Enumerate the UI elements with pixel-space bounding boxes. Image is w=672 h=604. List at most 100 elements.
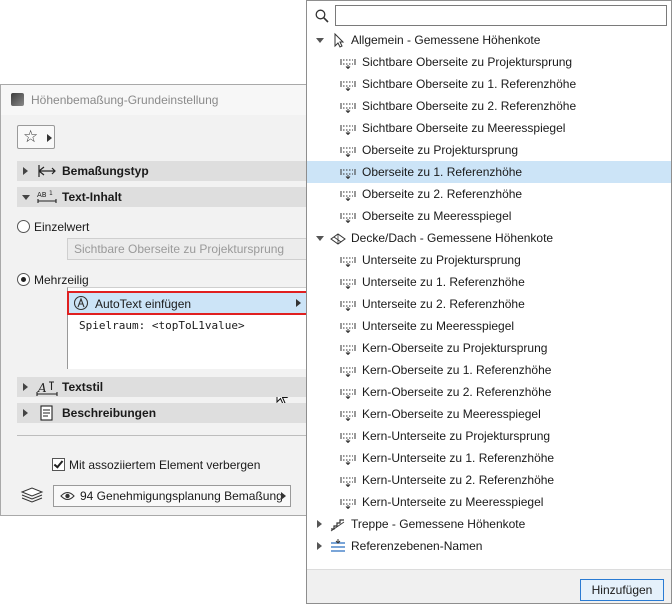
- layers-icon: [20, 487, 44, 503]
- tree-item[interactable]: Oberseite zu Meeresspiegel: [307, 205, 671, 227]
- text-content-line: Spielraum: <topToL1value>: [79, 319, 245, 332]
- tree-item-label: Unterseite zu Projektursprung: [362, 253, 521, 267]
- tree-item-label: Kern-Oberseite zu 2. Referenzhöhe: [362, 385, 552, 399]
- tree-item[interactable]: Oberseite zu 1. Referenzhöhe: [307, 161, 671, 183]
- level-dimension-icon: [340, 147, 356, 157]
- dialog-title: Höhenbemaßung-Grundeinstellung: [31, 93, 219, 107]
- expand-arrow-icon[interactable]: [317, 520, 322, 528]
- level-dimension-icon: [340, 433, 356, 443]
- section-label: Bemaßungstyp: [62, 164, 149, 178]
- chevron-right-icon: [47, 134, 52, 142]
- level-dimension-icon: [340, 257, 356, 267]
- tree-item[interactable]: Unterseite zu 2. Referenzhöhe: [307, 293, 671, 315]
- radio-einzelwert[interactable]: [17, 220, 30, 233]
- tree-item[interactable]: Kern-Oberseite zu Meeresspiegel: [307, 403, 671, 425]
- tree-item-label: Kern-Unterseite zu Projektursprung: [362, 429, 551, 443]
- radio-einzelwert-label: Einzelwert: [34, 220, 90, 234]
- tree-group[interactable]: Referenzebenen-Namen: [307, 535, 671, 557]
- hide-with-element-checkbox[interactable]: [52, 458, 65, 471]
- tree-item[interactable]: Sichtbare Oberseite zu Meeresspiegel: [307, 117, 671, 139]
- expand-arrow-icon: [23, 409, 28, 417]
- section-textstil[interactable]: A Textstil: [17, 377, 313, 397]
- tree-item[interactable]: Kern-Oberseite zu 2. Referenzhöhe: [307, 381, 671, 403]
- layer-select[interactable]: 94 Genehmigungsplanung Bemaßung: [53, 485, 291, 507]
- level-dimension-icon: [340, 279, 356, 289]
- svg-text:A: A: [37, 381, 47, 395]
- dialog-titlebar[interactable]: Höhenbemaßung-Grundeinstellung: [1, 85, 311, 115]
- autotext-icon: [73, 295, 89, 311]
- radio-mehrzeilig[interactable]: [17, 273, 30, 286]
- level-dimension-icon: [340, 103, 356, 113]
- level-dimension-icon: [340, 499, 356, 509]
- tree-item[interactable]: Oberseite zu Projektursprung: [307, 139, 671, 161]
- tree-item-label: Kern-Unterseite zu 1. Referenzhöhe: [362, 451, 555, 465]
- hide-with-element-label: Mit assoziiertem Element verbergen: [69, 458, 261, 472]
- star-icon: ☆: [23, 127, 39, 146]
- stair-icon: [330, 519, 345, 532]
- tree-item-label: Sichtbare Oberseite zu 2. Referenzhöhe: [362, 99, 577, 113]
- expand-arrow-icon: [23, 383, 28, 391]
- level-dimension-icon: [340, 81, 356, 91]
- tree-item[interactable]: Sichtbare Oberseite zu 2. Referenzhöhe: [307, 95, 671, 117]
- group-label: Treppe - Gemessene Höhenkote: [351, 517, 526, 531]
- tree-item-label: Unterseite zu Meeresspiegel: [362, 319, 515, 333]
- tree-item[interactable]: Unterseite zu Meeresspiegel: [307, 315, 671, 337]
- expand-arrow-icon[interactable]: [317, 542, 322, 550]
- divider: [17, 435, 313, 436]
- level-dimension-icon: [340, 323, 356, 333]
- section-beschreibungen[interactable]: Beschreibungen: [17, 403, 313, 423]
- favorites-button[interactable]: ☆: [17, 125, 55, 149]
- tree-item[interactable]: Kern-Oberseite zu Projektursprung: [307, 337, 671, 359]
- level-dimension-icon: [340, 477, 356, 487]
- svg-text:1: 1: [49, 190, 53, 197]
- tree-item-label: Sichtbare Oberseite zu Meeresspiegel: [362, 121, 566, 135]
- collapse-arrow-icon[interactable]: [316, 236, 324, 241]
- level-dimension-icon: [340, 367, 356, 377]
- eye-icon: [60, 491, 75, 501]
- tree-item-label: Kern-Oberseite zu Projektursprung: [362, 341, 548, 355]
- section-label: Textstil: [62, 380, 104, 394]
- single-value-select: Sichtbare Oberseite zu Projektursprung: [67, 238, 313, 260]
- tree-group[interactable]: Allgemein - Gemessene Höhenkote: [307, 29, 671, 51]
- dimension-type-icon: [38, 165, 56, 177]
- tree-item-label: Unterseite zu 2. Referenzhöhe: [362, 297, 525, 311]
- section-text-inhalt[interactable]: AB 1 Text-Inhalt: [17, 187, 313, 207]
- level-dimension-icon: [340, 169, 356, 179]
- tree-item-label: Kern-Unterseite zu Meeresspiegel: [362, 495, 544, 509]
- level-dimension-icon: [340, 345, 356, 355]
- text-style-icon: A: [36, 381, 58, 396]
- text-content-icon: AB 1: [37, 190, 57, 203]
- tree-item[interactable]: Kern-Unterseite zu Meeresspiegel: [307, 491, 671, 513]
- search-input[interactable]: [335, 5, 667, 26]
- tree-group[interactable]: Treppe - Gemessene Höhenkote: [307, 513, 671, 535]
- collapse-arrow-icon[interactable]: [316, 38, 324, 43]
- add-button[interactable]: Hinzufügen: [580, 579, 664, 601]
- tree-item[interactable]: Kern-Oberseite zu 1. Referenzhöhe: [307, 359, 671, 381]
- tree-group[interactable]: Decke/Dach - Gemessene Höhenkote: [307, 227, 671, 249]
- level-dimension-icon: [340, 455, 356, 465]
- tree-item-label: Kern-Oberseite zu 1. Referenzhöhe: [362, 363, 552, 377]
- tree-item[interactable]: Oberseite zu 2. Referenzhöhe: [307, 183, 671, 205]
- group-label: Referenzebenen-Namen: [351, 539, 483, 553]
- tree-item[interactable]: Unterseite zu 1. Referenzhöhe: [307, 271, 671, 293]
- level-dimension-icon: [340, 213, 356, 223]
- submenu-arrow-icon: [296, 299, 301, 307]
- layer-label: 94 Genehmigungsplanung Bemaßung: [80, 489, 283, 503]
- autotext-tree: Allgemein - Gemessene Höhenkote Sichtbare…: [307, 29, 671, 557]
- section-bemassungstyp[interactable]: Bemaßungstyp: [17, 161, 313, 181]
- tree-item[interactable]: Sichtbare Oberseite zu 1. Referenzhöhe: [307, 73, 671, 95]
- insert-autotext-button[interactable]: AutoText einfügen: [67, 291, 309, 315]
- tree-item[interactable]: Kern-Unterseite zu 2. Referenzhöhe: [307, 469, 671, 491]
- tree-item[interactable]: Unterseite zu Projektursprung: [307, 249, 671, 271]
- level-dimension-icon: [340, 125, 356, 135]
- autotext-popup: Allgemein - Gemessene Höhenkote Sichtbare…: [306, 0, 672, 604]
- level-dimension-icon: [340, 411, 356, 421]
- reference-levels-icon: [331, 539, 345, 552]
- tree-item-label: Oberseite zu 2. Referenzhöhe: [362, 187, 523, 201]
- tree-item[interactable]: Kern-Unterseite zu Projektursprung: [307, 425, 671, 447]
- tree-item-label: Oberseite zu Meeresspiegel: [362, 209, 512, 223]
- level-dimension-icon: [340, 389, 356, 399]
- collapse-arrow-icon: [22, 195, 30, 200]
- tree-item[interactable]: Kern-Unterseite zu 1. Referenzhöhe: [307, 447, 671, 469]
- tree-item[interactable]: Sichtbare Oberseite zu Projektursprung: [307, 51, 671, 73]
